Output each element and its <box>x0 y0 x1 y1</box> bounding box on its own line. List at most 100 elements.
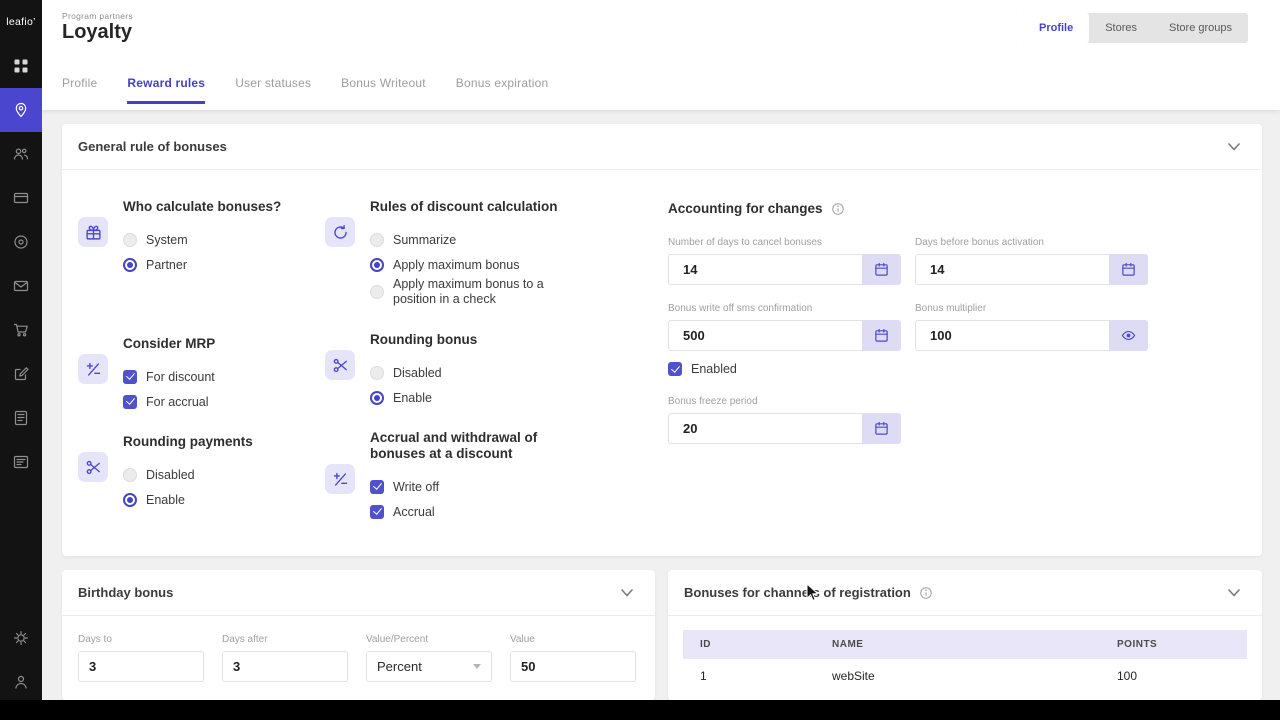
group-rounding-bonus: Rounding bonus Disabled Enable <box>325 332 600 410</box>
radio-icon <box>370 285 384 299</box>
value-input[interactable] <box>510 651 636 682</box>
chevron-down-icon <box>473 664 481 669</box>
tab-bonus-expiration[interactable]: Bonus expiration <box>456 76 549 104</box>
sidebar-item-apps[interactable] <box>0 44 42 88</box>
value-percent-select[interactable]: Percent <box>366 651 492 682</box>
calendar-button[interactable] <box>862 254 901 285</box>
birthday-bonus-card: Birthday bonus Days to Days after Value/… <box>62 570 655 700</box>
calendar-icon <box>1121 262 1136 277</box>
segment-profile[interactable]: Profile <box>1023 13 1089 43</box>
info-icon[interactable] <box>831 202 845 216</box>
sidebar-item-loyalty[interactable] <box>0 88 42 132</box>
days-activation-input[interactable] <box>915 254 1109 285</box>
sidebar-item-payments[interactable] <box>0 176 42 220</box>
days-to-input[interactable] <box>78 651 204 682</box>
days-cancel-input[interactable] <box>668 254 862 285</box>
cart-icon <box>13 322 29 338</box>
radio-summarize[interactable]: Summarize <box>370 227 578 252</box>
collapse-button[interactable] <box>621 589 633 597</box>
field-sms-confirmation: Bonus write off sms confirmation <box>668 303 901 351</box>
freeze-period-input[interactable] <box>668 413 862 444</box>
calendar-button[interactable] <box>862 413 901 444</box>
group-rounding-payments: Rounding payments Disabled Enable <box>78 434 318 512</box>
sidebar-item-settings[interactable] <box>0 616 42 660</box>
birthday-card-header: Birthday bonus <box>62 570 655 616</box>
tab-reward-rules[interactable]: Reward rules <box>127 76 205 104</box>
sidebar-item-discounts[interactable] <box>0 220 42 264</box>
radio-partner[interactable]: Partner <box>123 252 281 277</box>
checkbox-icon <box>123 395 137 409</box>
chevron-down-icon <box>1228 143 1240 151</box>
sync-icon <box>325 217 355 247</box>
sidebar: leafio’ <box>0 0 42 720</box>
sidebar-item-editor[interactable] <box>0 352 42 396</box>
checkbox-accrual[interactable]: Accrual <box>370 499 570 524</box>
radio-rbonus-disabled[interactable]: Disabled <box>370 360 477 385</box>
calendar-icon <box>874 262 889 277</box>
group-title: Consider MRP <box>123 336 215 352</box>
days-after-input[interactable] <box>222 651 348 682</box>
sms-confirmation-input[interactable] <box>668 320 862 351</box>
field-days-to: Days to <box>78 634 204 682</box>
top-header: Program partners Loyalty Profile Stores … <box>42 0 1280 110</box>
radio-icon <box>370 391 384 405</box>
mail-icon <box>13 278 29 294</box>
radio-system[interactable]: System <box>123 227 281 252</box>
segment-stores[interactable]: Stores <box>1089 13 1153 43</box>
field-days-cancel: Number of days to cancel bonuses <box>668 237 901 285</box>
general-rules-card-header: General rule of bonuses <box>62 124 1262 170</box>
radio-rbonus-enable[interactable]: Enable <box>370 385 477 410</box>
radio-rpay-enable[interactable]: Enable <box>123 487 253 512</box>
sidebar-item-messages[interactable] <box>0 264 42 308</box>
col-header-id: ID <box>683 639 832 650</box>
registration-channels-card: Bonuses for channels of registration ID … <box>668 570 1262 700</box>
bottom-black-bar <box>0 700 1280 720</box>
bonus-multiplier-input[interactable] <box>915 320 1109 351</box>
collapse-button[interactable] <box>1228 143 1240 151</box>
general-rules-title: General rule of bonuses <box>78 139 227 154</box>
sidebar-item-documents[interactable] <box>0 440 42 484</box>
info-icon[interactable] <box>919 586 933 600</box>
sidebar-item-account[interactable] <box>0 660 42 704</box>
calendar-button[interactable] <box>862 320 901 351</box>
radio-apply-maximum-bonus[interactable]: Apply maximum bonus <box>370 252 578 277</box>
collapse-button[interactable] <box>1228 589 1240 597</box>
tab-profile[interactable]: Profile <box>62 76 97 104</box>
checkbox-write-off[interactable]: Write off <box>370 474 570 499</box>
column-accounting: Accounting for changes Number of days to… <box>668 201 1158 444</box>
checkbox-for-accrual[interactable]: For accrual <box>123 389 215 414</box>
general-rules-card: General rule of bonuses Who calculate bo… <box>62 124 1262 556</box>
view-switcher: Profile Stores Store groups <box>1023 13 1248 43</box>
radio-icon <box>370 233 384 247</box>
radio-apply-maximum-position[interactable]: Apply maximum bonus to a position in a c… <box>370 277 578 307</box>
eye-button[interactable] <box>1109 320 1148 351</box>
scissors-icon <box>325 350 355 380</box>
apps-icon <box>13 58 29 74</box>
radio-icon <box>370 258 384 272</box>
col-header-name: NAME <box>832 639 1117 650</box>
col-header-points: POINTS <box>1117 639 1247 650</box>
adjust-icon <box>325 464 355 494</box>
document-icon <box>13 454 29 470</box>
tab-user-statuses[interactable]: User statuses <box>235 76 311 104</box>
sidebar-item-reports[interactable] <box>0 396 42 440</box>
radio-icon <box>370 366 384 380</box>
group-title: Rounding payments <box>123 434 253 450</box>
sidebar-item-customers[interactable] <box>0 132 42 176</box>
radio-rpay-disabled[interactable]: Disabled <box>123 462 253 487</box>
tab-bonus-writeout[interactable]: Bonus Writeout <box>341 76 426 104</box>
birthday-title: Birthday bonus <box>78 585 173 600</box>
tab-bar: Profile Reward rules User statuses Bonus… <box>62 76 548 104</box>
segment-store-groups[interactable]: Store groups <box>1153 13 1248 43</box>
group-title: Rounding bonus <box>370 332 477 348</box>
group-discount-calculation: Rules of discount calculation Summarize … <box>325 199 600 307</box>
table-row[interactable]: 1 webSite 100 <box>683 659 1247 693</box>
calendar-button[interactable] <box>1109 254 1148 285</box>
page-title: Loyalty <box>62 21 132 44</box>
checkbox-icon <box>668 362 682 376</box>
group-title: Who calculate bonuses? <box>123 199 281 215</box>
sidebar-item-orders[interactable] <box>0 308 42 352</box>
group-title: Accrual and withdrawal of bonuses at a d… <box>370 430 570 462</box>
checkbox-enabled[interactable]: Enabled <box>668 362 1158 376</box>
checkbox-for-discount[interactable]: For discount <box>123 364 215 389</box>
